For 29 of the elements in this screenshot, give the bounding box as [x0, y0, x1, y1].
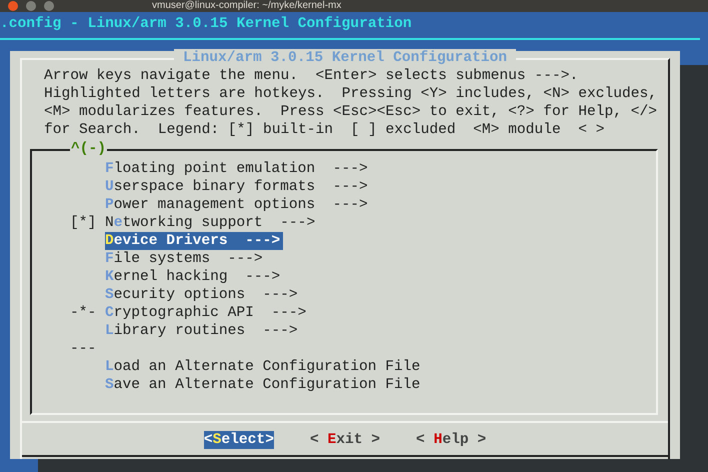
dialog-button[interactable]: <Select>: [204, 431, 274, 449]
menu-item[interactable]: File systems --->: [105, 250, 263, 268]
state-marker: [*]: [70, 215, 96, 231]
menu-item[interactable]: Floating point emulation --->: [105, 160, 368, 178]
menu-item[interactable]: Device Drivers --->: [105, 232, 284, 250]
scroll-indicator: ^(-): [70, 140, 108, 158]
screen-header: .config - Linux/arm 3.0.15 Kernel Configuration: [0, 15, 413, 34]
menu-item[interactable]: Power management options --->: [105, 196, 368, 214]
menu-item[interactable]: Cryptographic API --->: [105, 304, 306, 322]
close-icon[interactable]: [8, 1, 18, 11]
menu-item[interactable]: Kernel hacking --->: [105, 268, 280, 286]
help-text: Highlighted letters are hotkeys. Pressing <Y> includes, <N> excludes,: [43, 85, 658, 103]
menu-separator: ---: [70, 340, 96, 358]
help-text: Arrow keys navigate the menu. <Enter> selects submenus --->.: [43, 67, 580, 85]
menu-item[interactable]: Save an Alternate Configuration File: [105, 376, 420, 394]
dialog-title: Linux/arm 3.0.15 Kernel Configuration: [174, 49, 516, 67]
menu-item[interactable]: Userspace binary formats --->: [105, 178, 368, 196]
menu-item[interactable]: Networking support --->: [105, 214, 316, 232]
menu-item[interactable]: Load an Alternate Configuration File: [105, 358, 420, 376]
state-marker: -*-: [70, 305, 96, 321]
maximize-icon[interactable]: [44, 1, 54, 11]
help-text: <M> modularizes features. Press <Esc><Esc> to exit, <?> for Help, </>: [43, 103, 658, 121]
menu-item[interactable]: Security options --->: [105, 286, 298, 304]
minimize-icon[interactable]: [26, 1, 36, 11]
dialog-button[interactable]: < Help >: [416, 431, 486, 449]
dialog-button[interactable]: < Exit >: [310, 431, 380, 449]
window-title: vmuser@linux-compiler: ~/myke/kernel-mx: [152, 0, 342, 12]
menu-item[interactable]: Library routines --->: [105, 322, 298, 340]
help-text: for Search. Legend: [*] built-in [ ] excluded <M> module < >: [43, 121, 606, 139]
